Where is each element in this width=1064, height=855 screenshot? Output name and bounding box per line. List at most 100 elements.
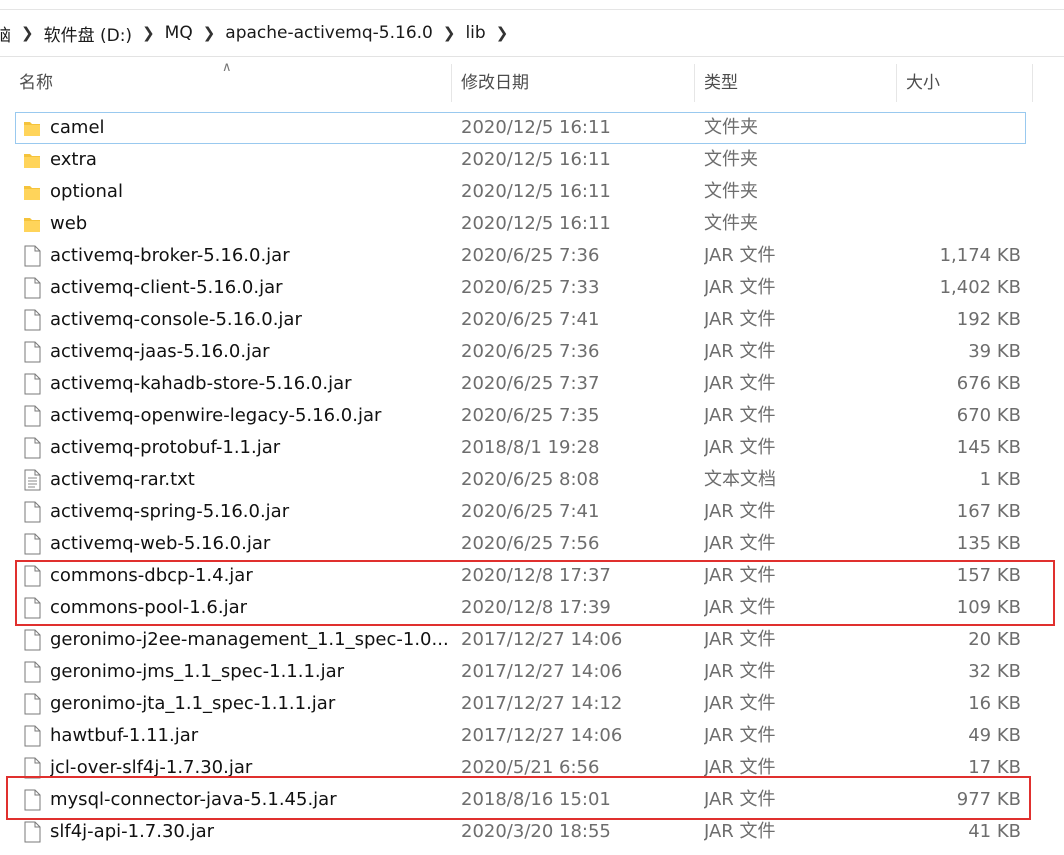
file-icon bbox=[22, 629, 42, 651]
file-icon bbox=[22, 341, 42, 363]
breadcrumb[interactable]: 脑 ❯ 软件盘 (D:) ❯ MQ ❯ apache-activemq-5.16… bbox=[0, 10, 1064, 57]
file-row[interactable]: geronimo-jta_1.1_spec-1.1.1.jar 2017/12/2… bbox=[15, 688, 1026, 720]
file-name: activemq-rar.txt bbox=[50, 469, 195, 490]
file-row[interactable]: activemq-rar.txt 2020/6/25 8:08 文本文档 1 KB bbox=[15, 464, 1026, 496]
file-row[interactable]: extra 2020/12/5 16:11 文件夹 bbox=[15, 144, 1026, 176]
file-size: 676 KB bbox=[956, 373, 1021, 394]
file-modified-date: 2018/8/1 19:28 bbox=[461, 437, 600, 458]
file-size: 167 KB bbox=[956, 501, 1021, 522]
column-header-name[interactable]: 名称 bbox=[19, 62, 53, 104]
breadcrumb-item[interactable]: 脑 bbox=[0, 21, 15, 46]
file-row[interactable]: activemq-spring-5.16.0.jar 2020/6/25 7:41… bbox=[15, 496, 1026, 528]
column-divider[interactable] bbox=[896, 64, 897, 102]
chevron-right-icon[interactable]: ❯ bbox=[197, 24, 222, 42]
file-type: JAR 文件 bbox=[704, 821, 776, 842]
file-type: JAR 文件 bbox=[704, 245, 776, 266]
highlight-box bbox=[15, 560, 1055, 626]
file-row[interactable]: activemq-broker-5.16.0.jar 2020/6/25 7:36… bbox=[15, 240, 1026, 272]
file-icon bbox=[22, 245, 42, 267]
file-name: geronimo-jms_1.1_spec-1.1.1.jar bbox=[50, 661, 345, 682]
file-modified-date: 2017/12/27 14:12 bbox=[461, 693, 623, 714]
file-type: JAR 文件 bbox=[704, 725, 776, 746]
file-size: 145 KB bbox=[956, 437, 1021, 458]
file-type: 文件夹 bbox=[704, 181, 758, 202]
file-type: JAR 文件 bbox=[704, 309, 776, 330]
sort-ascending-icon: ∧ bbox=[222, 60, 232, 75]
file-row[interactable]: activemq-console-5.16.0.jar 2020/6/25 7:4… bbox=[15, 304, 1026, 336]
file-modified-date: 2020/12/5 16:11 bbox=[461, 213, 611, 234]
file-name: activemq-broker-5.16.0.jar bbox=[50, 245, 290, 266]
file-icon bbox=[22, 693, 42, 715]
breadcrumb-item[interactable]: lib bbox=[461, 23, 489, 43]
file-icon bbox=[22, 373, 42, 395]
file-row[interactable]: geronimo-j2ee-management_1.1_spec-1.0...… bbox=[15, 624, 1026, 656]
file-row[interactable]: camel 2020/12/5 16:11 文件夹 bbox=[15, 112, 1026, 144]
file-icon bbox=[22, 309, 42, 331]
file-row[interactable]: optional 2020/12/5 16:11 文件夹 bbox=[15, 176, 1026, 208]
file-size: 49 KB bbox=[968, 725, 1021, 746]
column-header-date[interactable]: 修改日期 bbox=[461, 62, 529, 104]
file-row[interactable]: hawtbuf-1.11.jar 2017/12/27 14:06 JAR 文件 49… bbox=[15, 720, 1026, 752]
column-divider[interactable] bbox=[1032, 64, 1033, 102]
file-name: web bbox=[50, 213, 88, 234]
file-type: JAR 文件 bbox=[704, 629, 776, 650]
breadcrumb-item[interactable]: MQ bbox=[161, 23, 197, 43]
file-row[interactable]: activemq-protobuf-1.1.jar 2018/8/1 19:28 J… bbox=[15, 432, 1026, 464]
file-row[interactable]: activemq-kahadb-store-5.16.0.jar 2020/6/2… bbox=[15, 368, 1026, 400]
file-modified-date: 2020/6/25 7:33 bbox=[461, 277, 600, 298]
breadcrumb-item[interactable]: apache-activemq-5.16.0 bbox=[221, 23, 437, 43]
file-type: JAR 文件 bbox=[704, 501, 776, 522]
column-header-size[interactable]: 大小 bbox=[906, 62, 940, 104]
folder-icon bbox=[22, 149, 42, 171]
folder-icon bbox=[22, 181, 42, 203]
file-size bbox=[895, 208, 1021, 240]
file-type: JAR 文件 bbox=[704, 437, 776, 458]
file-type: 文本文档 bbox=[704, 469, 776, 490]
file-explorer-window: 脑 ❯ 软件盘 (D:) ❯ MQ ❯ apache-activemq-5.16… bbox=[0, 0, 1064, 855]
file-row[interactable]: web 2020/12/5 16:11 文件夹 bbox=[15, 208, 1026, 240]
file-type: 文件夹 bbox=[704, 117, 758, 138]
file-name: activemq-jaas-5.16.0.jar bbox=[50, 341, 270, 362]
file-row[interactable]: activemq-openwire-legacy-5.16.0.jar 2020/… bbox=[15, 400, 1026, 432]
file-icon bbox=[22, 277, 42, 299]
file-size bbox=[895, 176, 1021, 208]
file-row[interactable]: activemq-web-5.16.0.jar 2020/6/25 7:56 JAR… bbox=[15, 528, 1026, 560]
file-type: 文件夹 bbox=[704, 149, 758, 170]
file-name: activemq-web-5.16.0.jar bbox=[50, 533, 271, 554]
file-name: activemq-console-5.16.0.jar bbox=[50, 309, 302, 330]
file-modified-date: 2020/6/25 7:41 bbox=[461, 309, 600, 330]
file-size bbox=[895, 144, 1021, 176]
file-name: activemq-client-5.16.0.jar bbox=[50, 277, 283, 298]
file-name: optional bbox=[50, 181, 123, 202]
file-icon bbox=[22, 821, 42, 843]
file-size: 670 KB bbox=[956, 405, 1021, 426]
file-size: 39 KB bbox=[968, 341, 1021, 362]
file-name: geronimo-j2ee-management_1.1_spec-1.0...… bbox=[50, 629, 450, 650]
file-row[interactable]: slf4j-api-1.7.30.jar 2020/3/20 18:55 JAR 文… bbox=[15, 816, 1026, 848]
file-row[interactable]: activemq-client-5.16.0.jar 2020/6/25 7:33… bbox=[15, 272, 1026, 304]
chevron-right-icon[interactable]: ❯ bbox=[15, 24, 40, 42]
file-name: extra bbox=[50, 149, 97, 170]
file-modified-date: 2020/6/25 7:41 bbox=[461, 501, 600, 522]
title-bar bbox=[0, 0, 1064, 10]
column-divider[interactable] bbox=[451, 64, 452, 102]
file-type: JAR 文件 bbox=[704, 341, 776, 362]
column-header-type[interactable]: 类型 bbox=[704, 62, 738, 104]
chevron-right-icon[interactable]: ❯ bbox=[136, 24, 161, 42]
file-type: JAR 文件 bbox=[704, 693, 776, 714]
file-modified-date: 2020/12/5 16:11 bbox=[461, 181, 611, 202]
chevron-right-icon[interactable]: ❯ bbox=[437, 24, 462, 42]
file-size: 1 KB bbox=[979, 469, 1021, 490]
chevron-right-icon[interactable]: ❯ bbox=[490, 24, 515, 42]
breadcrumb-item[interactable]: 软件盘 (D:) bbox=[40, 21, 137, 46]
file-name: activemq-protobuf-1.1.jar bbox=[50, 437, 281, 458]
file-type: JAR 文件 bbox=[704, 405, 776, 426]
file-row[interactable]: activemq-jaas-5.16.0.jar 2020/6/25 7:36 JA… bbox=[15, 336, 1026, 368]
file-name: activemq-spring-5.16.0.jar bbox=[50, 501, 290, 522]
file-name: hawtbuf-1.11.jar bbox=[50, 725, 199, 746]
file-size: 1,402 KB bbox=[939, 277, 1021, 298]
file-size: 16 KB bbox=[968, 693, 1021, 714]
file-row[interactable]: geronimo-jms_1.1_spec-1.1.1.jar 2017/12/2… bbox=[15, 656, 1026, 688]
column-divider[interactable] bbox=[694, 64, 695, 102]
file-type: JAR 文件 bbox=[704, 373, 776, 394]
